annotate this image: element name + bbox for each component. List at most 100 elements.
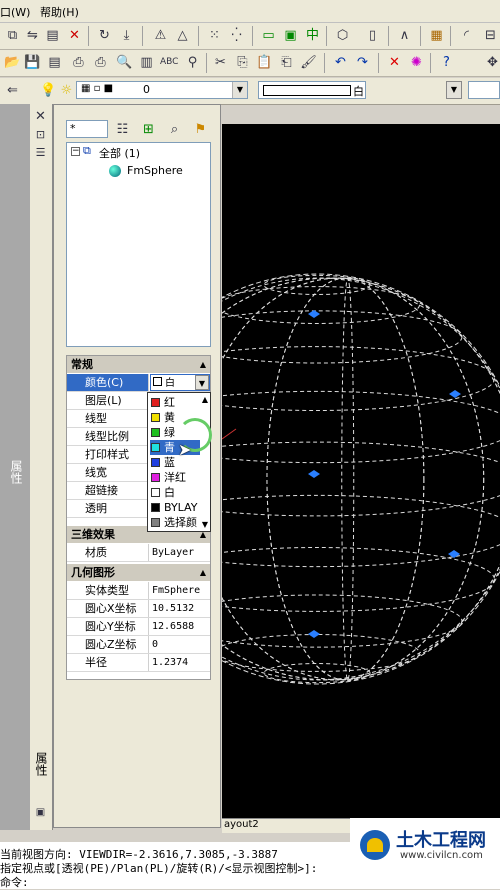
publish-icon[interactable]: ▥ (138, 54, 155, 71)
scroll-down-icon[interactable]: ▼ (202, 520, 208, 529)
collapse-triangle-icon[interactable]: ▲ (200, 564, 206, 581)
linetype-select[interactable]: ▼ (378, 81, 462, 99)
arc-tool-icon[interactable]: ◜ (458, 27, 475, 44)
toggle-pickadd-icon[interactable]: ☷ (114, 121, 131, 138)
layer-select[interactable]: ▦ ▫ ■ 0 ▼ (76, 81, 248, 99)
grip-node[interactable] (308, 470, 320, 478)
spellcheck-icon[interactable]: ABC (160, 54, 178, 71)
color-option[interactable]: 洋红 (150, 470, 200, 485)
bulb-icon[interactable]: 💡 (40, 82, 57, 99)
panel-grip-icon[interactable]: ▣ (32, 804, 49, 821)
pan-icon[interactable]: ✥ (484, 54, 500, 71)
layout-tool-icon[interactable]: ⊟ (482, 27, 499, 44)
property-row[interactable]: 圆心Y坐标 12.6588 (67, 618, 210, 636)
snap-tool-icon[interactable]: ⁛ (228, 27, 245, 44)
menu-help[interactable]: 帮助(H) (40, 4, 79, 20)
object-filter-input[interactable]: * (66, 120, 108, 138)
property-value[interactable]: 10.5132 (150, 600, 212, 617)
copy-icon[interactable]: ⎘ (234, 54, 251, 71)
preview-icon[interactable]: 🔍 (116, 54, 133, 71)
hatch-tool-icon[interactable]: ▦ (428, 27, 445, 44)
layer-manager-icon[interactable]: ⇐ (4, 82, 21, 99)
property-label: 图层(L) (67, 392, 149, 409)
rect-tool-icon[interactable]: ▭ (260, 27, 277, 44)
property-value[interactable]: 0 (150, 636, 212, 653)
section-geometry[interactable]: 几何图形 ▲ (67, 564, 210, 581)
window-tool-icon[interactable]: ▣ (282, 27, 299, 44)
close-icon[interactable]: ✕ (32, 108, 49, 125)
save-icon[interactable]: 💾 (24, 54, 41, 71)
property-value[interactable]: 12.6588 (150, 618, 212, 635)
property-value[interactable]: 1.2374 (150, 654, 212, 671)
move-tool-icon[interactable]: ⤓ (118, 27, 135, 44)
quick-select-icon[interactable]: ⌕ (166, 121, 183, 138)
menu-icon[interactable]: ☰ (32, 144, 49, 161)
property-row[interactable]: 圆心Z坐标 0 (67, 636, 210, 654)
paste-special-icon[interactable]: ⎗ (278, 54, 295, 71)
color-option[interactable]: 选择颜 (150, 515, 200, 530)
property-row[interactable]: 半径 1.2374 (67, 654, 210, 672)
match-properties-icon[interactable]: 🖌 (300, 54, 317, 71)
print-icon[interactable]: ⎙ (70, 54, 87, 71)
chevron-down-icon[interactable]: ▼ (195, 375, 209, 390)
grip-node[interactable] (308, 630, 320, 638)
tree-root[interactable]: 全部 (1) (99, 145, 140, 161)
property-row[interactable]: 圆心X坐标 10.5132 (67, 600, 210, 618)
find-icon[interactable]: ⚲ (184, 54, 201, 71)
property-value[interactable]: FmSphere (150, 582, 212, 599)
grip-node[interactable] (308, 310, 320, 318)
filter-icon[interactable]: ⚑ (192, 121, 209, 138)
color-option[interactable]: 白 (150, 485, 200, 500)
tree-child[interactable]: FmSphere (127, 164, 183, 177)
property-row[interactable]: 材质 ByLayer (67, 544, 210, 562)
tab-layout2[interactable]: ayout2 (224, 819, 259, 830)
explode-icon[interactable]: ✺ (408, 54, 425, 71)
toolbar-standard: 📂 💾 ▤ ⎙ ⎙ 🔍 ▥ ABC ⚲ ✂ ⎘ 📋 ⎗ 🖌 ↶ ↷ ✕ ✺ ? … (0, 50, 500, 77)
color-option[interactable]: 蓝 (150, 455, 200, 470)
grid-tool-icon[interactable]: ⁙ (206, 27, 223, 44)
warning-tool-icon[interactable]: ⚠ (152, 27, 169, 44)
paste-icon[interactable]: 📋 (256, 54, 273, 71)
drawing-canvas[interactable] (111, 124, 500, 818)
triangle-tool-icon[interactable]: △ (174, 27, 191, 44)
save-as-icon[interactable]: ▤ (46, 54, 63, 71)
copy-tool-icon[interactable]: ⧉ (4, 27, 21, 44)
scroll-up-icon[interactable]: ▲ (202, 395, 208, 404)
color-option[interactable]: BYLAY (150, 500, 200, 515)
autohide-icon[interactable]: ⊡ (32, 126, 49, 143)
sphere-icon (109, 165, 121, 177)
color-option[interactable]: 红 (150, 395, 200, 410)
offset-tool-icon[interactable]: ▤ (44, 27, 61, 44)
undo-icon[interactable]: ↶ (332, 54, 349, 71)
sun-icon[interactable]: ☼ (58, 82, 75, 99)
section-general[interactable]: 常规 ▲ (67, 356, 210, 373)
open-folder-icon[interactable]: 📂 (4, 54, 21, 71)
bars-tool-icon[interactable]: ▯ (364, 27, 381, 44)
select-objects-icon[interactable]: ⊞ (140, 121, 157, 138)
help-icon[interactable]: ? (438, 54, 455, 71)
chevron-down-icon[interactable]: ▼ (232, 82, 247, 98)
cursor-arrow-icon: ➤ (178, 440, 192, 459)
cut-icon[interactable]: ✂ (212, 54, 229, 71)
mirror-tool-icon[interactable]: ⇋ (24, 27, 41, 44)
rotate-tool-icon[interactable]: ↻ (96, 27, 113, 44)
chevron-down-icon[interactable]: ▼ (446, 81, 462, 99)
collapse-triangle-icon[interactable]: ▲ (200, 356, 206, 373)
collapse-icon[interactable]: − (71, 147, 80, 156)
angle-tool-icon[interactable]: ∧ (396, 27, 413, 44)
center-tool-icon[interactable]: 中 (304, 27, 321, 44)
delete-icon[interactable]: ✕ (386, 54, 403, 71)
properties-tab-label[interactable]: 属性 (8, 460, 25, 484)
menu-window[interactable]: 口(W) (0, 4, 30, 20)
property-row[interactable]: 颜色(C) 白 ▼ (67, 374, 210, 392)
redo-icon[interactable]: ↷ (354, 54, 371, 71)
property-row[interactable]: 实体类型 FmSphere (67, 582, 210, 600)
erase-tool-icon[interactable]: ✕ (66, 27, 83, 44)
box-tool-icon[interactable]: ⬡ (334, 27, 351, 44)
grip-node[interactable] (448, 550, 460, 558)
grip-node[interactable] (449, 390, 461, 398)
property-value[interactable]: ByLayer (150, 544, 212, 561)
print-preview-icon[interactable]: ⎙ (92, 54, 109, 71)
color-control-select[interactable]: 白 (258, 81, 366, 99)
lineweight-select[interactable] (468, 81, 500, 99)
